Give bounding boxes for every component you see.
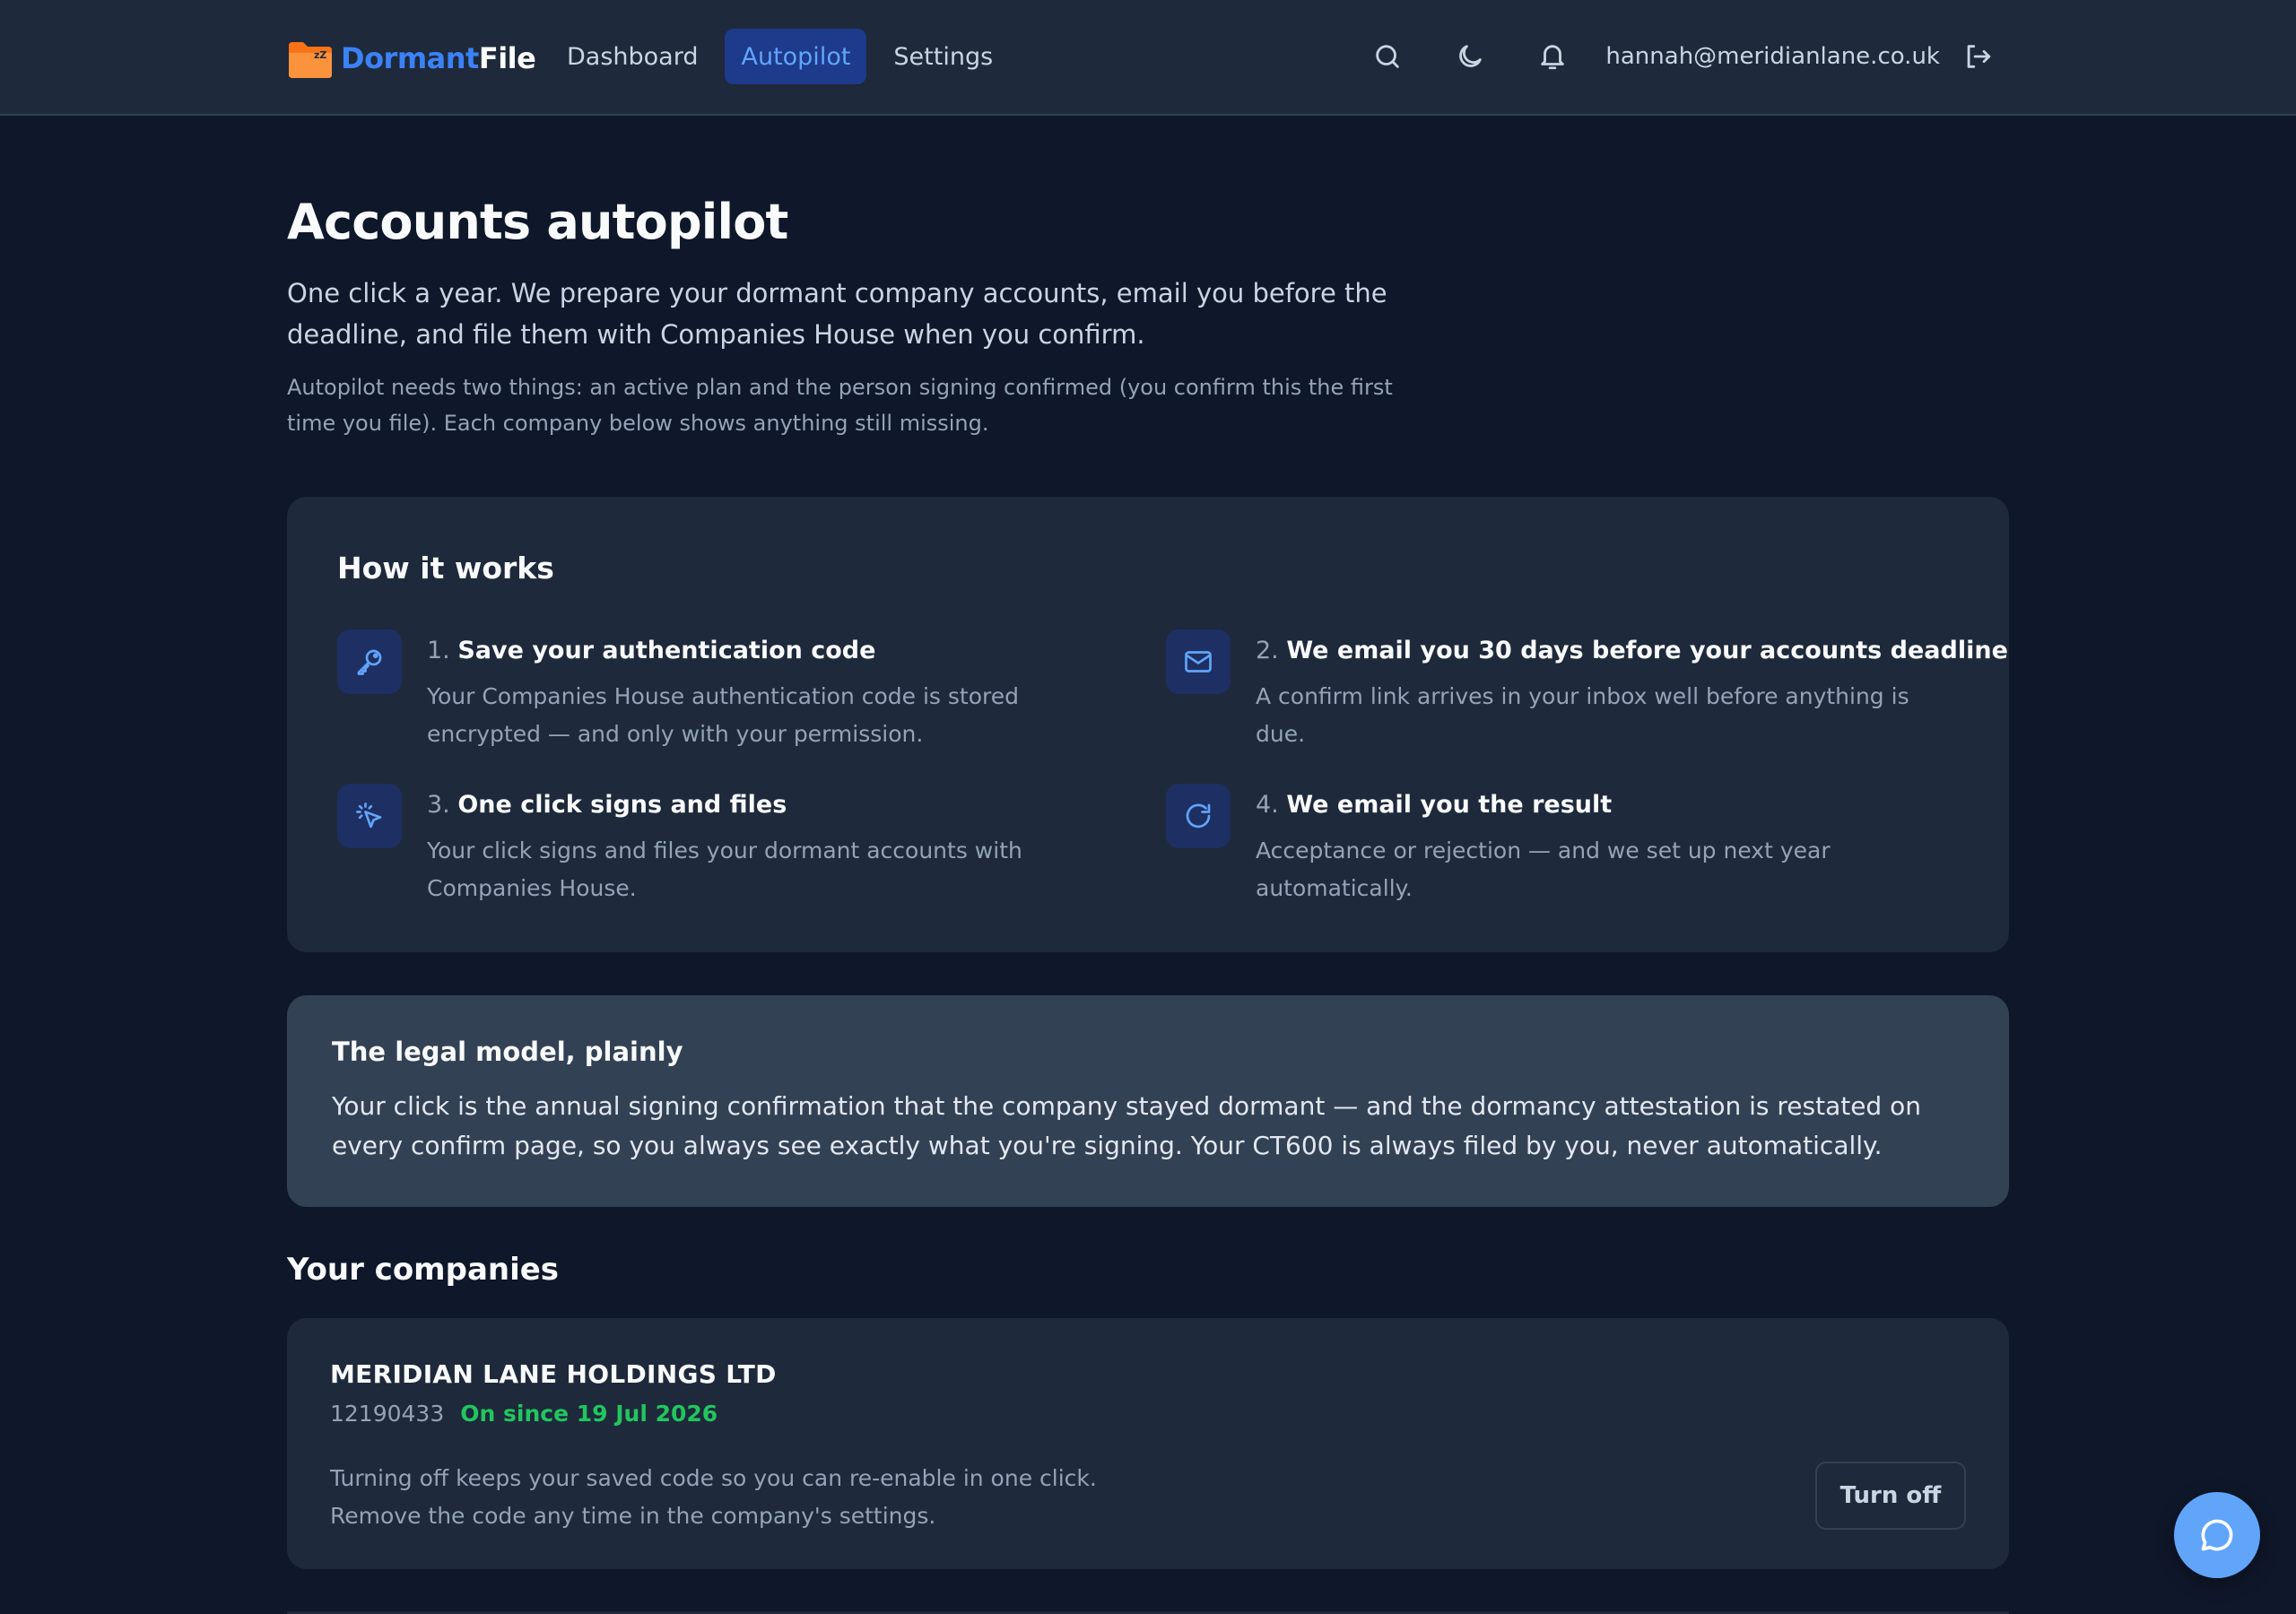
folder-zzz-icon: zZ xyxy=(289,42,332,78)
refresh-icon xyxy=(1186,803,1211,829)
logout-button[interactable] xyxy=(1960,29,1996,84)
chat-button[interactable] xyxy=(2174,1492,2260,1578)
step-heading: 1. Save your authentication code xyxy=(427,637,875,664)
page-note: Autopilot needs two things: an active pl… xyxy=(287,375,1393,436)
legal-model-card: The legal model, plainly Your click is t… xyxy=(287,995,2009,1207)
step-description: A confirm link arrives in your inbox wel… xyxy=(1256,683,1909,747)
nav-settings[interactable]: Settings xyxy=(877,29,1009,84)
step-icon-box xyxy=(1166,784,1231,848)
main-nav: Dashboard Autopilot Settings xyxy=(551,29,1009,84)
user-email: hannah@meridianlane.co.uk xyxy=(1605,43,1940,70)
step-icon-box xyxy=(337,784,402,848)
top-navigation-bar: zZ DormantFile Dashboard Autopilot Setti… xyxy=(0,0,2296,116)
brand-name-part2: File xyxy=(478,41,536,75)
search-icon xyxy=(1376,45,1400,68)
company-help-text: Turning off keeps your saved code so you… xyxy=(330,1465,1097,1529)
step-title: We email you the result xyxy=(1286,791,1613,819)
nav-dashboard[interactable]: Dashboard xyxy=(551,29,714,84)
step-number: 2. xyxy=(1256,637,1279,664)
moon-icon xyxy=(1459,45,1483,67)
step-description: Acceptance or rejection — and we set up … xyxy=(1256,837,1831,901)
page-lead: One click a year. We prepare your dorman… xyxy=(287,278,1387,350)
legal-model-body: Your click is the annual signing confirm… xyxy=(332,1091,1921,1160)
company-name: MERIDIAN LANE HOLDINGS LTD xyxy=(330,1359,777,1389)
svg-text:zZ: zZ xyxy=(314,49,326,61)
companies-section-title: Your companies xyxy=(287,1252,560,1288)
step-icon-box xyxy=(1166,629,1231,694)
step-description: Your click signs and files your dormant … xyxy=(427,837,1022,901)
nav-autopilot[interactable]: Autopilot xyxy=(725,29,867,84)
chat-bubble-icon xyxy=(2201,1519,2233,1551)
logout-icon xyxy=(1967,45,1991,68)
theme-toggle-button[interactable] xyxy=(1442,29,1498,84)
step-title: We email you 30 days before your account… xyxy=(1286,637,2008,664)
step-heading: 3. One click signs and files xyxy=(427,791,787,819)
mail-icon xyxy=(1185,651,1212,672)
step-number: 3. xyxy=(427,791,450,819)
company-meta: 12190433 On since 19 Jul 2026 xyxy=(330,1401,718,1427)
how-it-works-card: How it works 1. Save your authentication… xyxy=(287,497,2009,952)
step-title: Save your authentication code xyxy=(457,637,876,664)
company-card: MERIDIAN LANE HOLDINGS LTD 12190433 On s… xyxy=(287,1318,2009,1569)
autopilot-status: On since 19 Jul 2026 xyxy=(460,1401,718,1427)
brand-name: DormantFile xyxy=(341,41,536,75)
cursor-click-icon xyxy=(356,803,382,829)
bell-icon xyxy=(1541,45,1565,70)
brand-logo-link[interactable]: zZ DormantFile xyxy=(287,34,536,82)
notifications-button[interactable] xyxy=(1525,29,1580,84)
step-heading: 4. We email you the result xyxy=(1256,791,1612,819)
legal-model-title: The legal model, plainly xyxy=(332,1037,683,1067)
how-it-works-title: How it works xyxy=(337,551,554,586)
key-icon xyxy=(357,649,382,675)
step-title: One click signs and files xyxy=(457,791,787,819)
company-number: 12190433 xyxy=(330,1401,445,1427)
step-heading: 2. We email you 30 days before your acco… xyxy=(1256,637,2008,664)
header-actions: hannah@meridianlane.co.uk xyxy=(1360,29,1996,84)
step-number: 1. xyxy=(427,637,450,664)
step-icon-box xyxy=(337,629,402,694)
page-title: Accounts autopilot xyxy=(287,194,788,250)
step-description: Your Companies House authentication code… xyxy=(427,683,1019,747)
brand-name-part1: Dormant xyxy=(341,41,479,75)
step-number: 4. xyxy=(1256,791,1279,819)
turn-off-autopilot-button[interactable]: Turn off xyxy=(1815,1462,1966,1530)
search-button[interactable] xyxy=(1360,29,1415,84)
